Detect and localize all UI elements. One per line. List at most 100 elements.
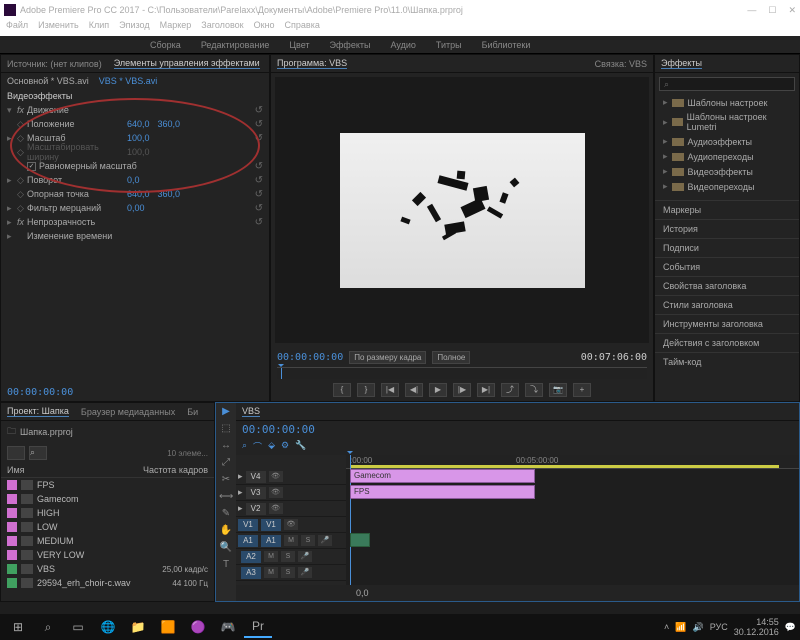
hand-tool[interactable]: ✋ (219, 525, 233, 539)
panel-tab[interactable]: Маркеры (655, 200, 799, 219)
program-tc-left[interactable]: 00:00:00:00 (277, 352, 343, 363)
panel-tab[interactable]: Стили заголовка (655, 295, 799, 314)
go-out-button[interactable]: ▶| (477, 383, 495, 397)
close-button[interactable]: ✕ (788, 5, 796, 16)
marker-icon[interactable]: ⬙ (268, 440, 275, 453)
twirl-icon[interactable]: ▸ (238, 503, 243, 514)
twirl-icon[interactable]: ▸ (663, 181, 668, 192)
panel-tab[interactable]: Подписи (655, 238, 799, 257)
menu-clip[interactable]: Клип (89, 20, 109, 36)
program-ruler[interactable] (277, 367, 647, 379)
solo-button[interactable]: S (281, 551, 295, 562)
anchor-y[interactable]: 360,0 (158, 189, 181, 199)
twirl-icon[interactable]: ▸ (663, 136, 668, 147)
label-swatch[interactable] (7, 508, 17, 518)
track-v2[interactable]: V2 (246, 503, 266, 515)
snap-icon[interactable]: ⌕ (242, 440, 247, 453)
label-swatch[interactable] (7, 578, 17, 588)
effects-folder[interactable]: ▸Видеопереходы (655, 179, 799, 194)
timeline-timecode[interactable]: 00:00:00:00 (236, 421, 799, 438)
step-back-button[interactable]: ◀| (405, 383, 423, 397)
tab-project[interactable]: Проект: Шапка (7, 406, 69, 417)
settings-icon[interactable]: ⚙ (281, 440, 289, 453)
effects-folder[interactable]: ▸Шаблоны настроек Lumetri (655, 110, 799, 134)
tab-media-browser[interactable]: Браузер медиаданных (81, 407, 175, 417)
keyframe-icon[interactable]: ◇ (17, 133, 27, 144)
twirl-icon[interactable]: ▸ (7, 133, 17, 144)
selection-tool[interactable]: ▶ (219, 406, 233, 420)
work-area-bar[interactable] (350, 465, 779, 468)
twirl-icon[interactable]: ▾ (7, 105, 17, 116)
fx-badge[interactable]: fx (17, 217, 27, 227)
clip-gamecom[interactable]: Gamecom (350, 469, 535, 483)
source-v1[interactable]: V1 (238, 519, 258, 531)
search-input[interactable] (669, 79, 790, 89)
effects-folder[interactable]: ▸Видеоэффекты (655, 164, 799, 179)
menu-edit[interactable]: Изменить (38, 20, 79, 36)
filter-bin-button[interactable] (7, 446, 25, 460)
label-swatch[interactable] (7, 550, 17, 560)
project-item[interactable]: LOW (1, 520, 214, 534)
position-y[interactable]: 360,0 (158, 119, 181, 129)
toggle-output[interactable]: 👁 (269, 471, 283, 482)
link-icon[interactable]: ⌒ (253, 440, 262, 453)
ws-effects[interactable]: Эффекты (330, 36, 371, 53)
position-x[interactable]: 640,0 (127, 119, 150, 129)
col-name[interactable]: Имя (7, 465, 143, 475)
uniform-checkbox[interactable]: ✓ (27, 162, 36, 171)
twirl-icon[interactable]: ▸ (663, 151, 668, 162)
menu-file[interactable]: Файл (6, 20, 28, 36)
search-button[interactable]: ⌕ (29, 446, 47, 460)
mute-button[interactable]: M (264, 567, 278, 578)
timeline-ruler[interactable]: :00:00 00:05:00:00 (346, 455, 799, 469)
ec-master[interactable]: Основной * VBS.avi (7, 76, 89, 86)
app-icon[interactable]: 🟧 (154, 616, 182, 638)
tab-program[interactable]: Программа: VBS (277, 58, 347, 69)
track-a1[interactable]: A1 (261, 535, 281, 547)
ec-clip[interactable]: VBS * VBS.avi (99, 76, 158, 86)
project-item[interactable]: VERY LOW (1, 548, 214, 562)
scale-value[interactable]: 100,0 (127, 133, 150, 143)
lift-button[interactable]: ⤴ (501, 383, 519, 397)
ripple-tool[interactable]: ↔ (219, 440, 233, 454)
remap-label[interactable]: Изменение времени (27, 231, 127, 241)
timeline-content[interactable]: :00:00 00:05:00:00 Gamecom FPS (346, 455, 799, 585)
keyframe-icon[interactable]: ◇ (17, 203, 27, 214)
track-a3[interactable]: A3 (241, 567, 261, 579)
notification-icon[interactable]: 💬 (785, 622, 796, 633)
twirl-icon[interactable]: ▸ (7, 217, 17, 228)
reset-icon[interactable]: ↺ (255, 161, 263, 172)
search-button[interactable]: ⌕ (34, 616, 62, 638)
tab-link[interactable]: Связка: VBS (595, 59, 647, 69)
effects-folder[interactable]: ▸Аудиоэффекты (655, 134, 799, 149)
panel-tab[interactable]: Действия с заголовком (655, 333, 799, 352)
anchor-x[interactable]: 640,0 (127, 189, 150, 199)
tab-bin[interactable]: Би (187, 407, 198, 417)
mark-out-button[interactable]: } (357, 383, 375, 397)
menu-sequence[interactable]: Эпизод (119, 20, 149, 36)
extract-button[interactable]: ⤵ (525, 383, 543, 397)
keyframe-icon[interactable]: ◇ (17, 119, 27, 130)
tray-time[interactable]: 14:55 (734, 617, 779, 627)
zoom-select[interactable]: По размеру кадра (349, 351, 426, 364)
panel-tab[interactable]: Инструменты заголовка (655, 314, 799, 333)
twirl-icon[interactable]: ▸ (663, 166, 668, 177)
project-item[interactable]: 29594_erh_choir-c.wav44 100 Гц (1, 576, 214, 590)
reset-icon[interactable]: ↺ (255, 217, 263, 228)
label-swatch[interactable] (7, 494, 17, 504)
play-button[interactable]: ▶ (429, 383, 447, 397)
playhead-icon[interactable] (281, 368, 282, 379)
xbox-icon[interactable]: 🎮 (214, 616, 242, 638)
premiere-icon[interactable]: Pr (244, 616, 272, 638)
wrench-icon[interactable]: 🔧 (295, 440, 306, 453)
source-a1[interactable]: A1 (238, 535, 258, 547)
reset-icon[interactable]: ↺ (255, 175, 263, 186)
track-v3[interactable]: V3 (246, 487, 266, 499)
track-select-tool[interactable]: ⬚ (219, 423, 233, 437)
twirl-icon[interactable]: ▸ (238, 471, 243, 482)
opacity-label[interactable]: Непрозрачность (27, 217, 127, 227)
pen-tool[interactable]: ✎ (219, 508, 233, 522)
label-swatch[interactable] (7, 522, 17, 532)
flicker-value[interactable]: 0,00 (127, 203, 145, 213)
col-framerate[interactable]: Частота кадров (143, 465, 208, 475)
